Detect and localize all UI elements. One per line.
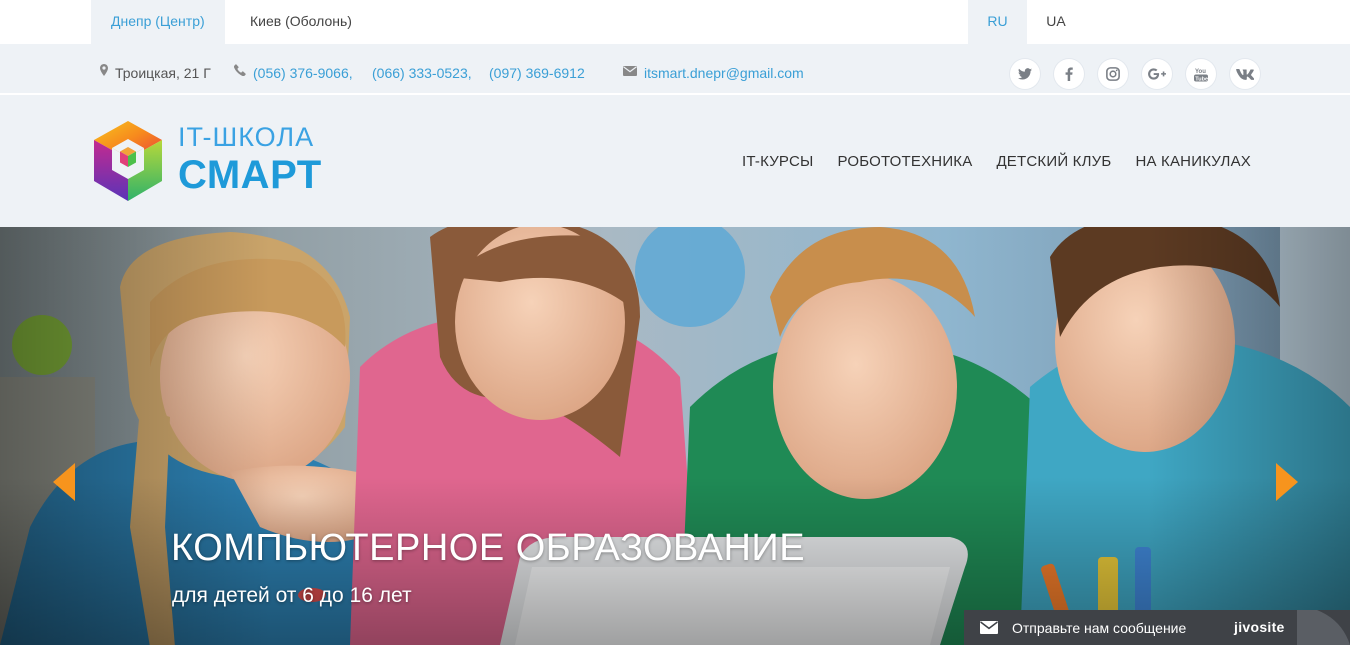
- chevron-left-icon: [53, 463, 75, 501]
- logo-title-top: IT-ШКОЛА: [178, 122, 315, 152]
- phone-3[interactable]: (097) 369-6912: [489, 65, 585, 81]
- phone-3-wrap: (097) 369-6912: [489, 44, 585, 94]
- vk-icon[interactable]: [1230, 59, 1260, 89]
- address-text: Троицкая, 21 Г: [115, 65, 211, 81]
- top-bar: Днепр (Центр) Киев (Оболонь) RU UA: [0, 0, 1350, 44]
- phones: (056) 376-9066,: [233, 44, 353, 94]
- svg-text:You: You: [1195, 69, 1206, 75]
- hero-title: КОМПЬЮТЕРНОЕ ОБРАЗОВАНИЕ: [171, 527, 806, 569]
- twitter-icon[interactable]: [1010, 59, 1040, 89]
- city-tab-kiev[interactable]: Киев (Оболонь): [230, 0, 372, 44]
- chat-brand: jivosite: [1234, 619, 1285, 635]
- phone-icon: [233, 42, 246, 100]
- facebook-icon[interactable]: [1054, 59, 1084, 89]
- logo-title-bottom: СМАРТ: [178, 153, 322, 197]
- nav-robotics[interactable]: РОБОТОТЕХНИКА: [837, 153, 972, 170]
- email-link[interactable]: itsmart.dnepr@gmail.com: [644, 65, 804, 81]
- svg-text:Tube: Tube: [1195, 76, 1208, 82]
- hero-slider: КОМПЬЮТЕРНОЕ ОБРАЗОВАНИЕ для детей от 6 …: [0, 227, 1350, 645]
- chat-label: Отправьте нам сообщение: [1012, 619, 1187, 636]
- address: Троицкая, 21 Г: [100, 44, 211, 94]
- hero-subtitle: для детей от 6 до 16 лет: [172, 584, 412, 607]
- slider-next-arrow[interactable]: [1271, 460, 1301, 504]
- contact-bar: Троицкая, 21 Г (056) 376-9066, (066) 333…: [0, 44, 1350, 94]
- phone-2[interactable]: (066) 333-0523,: [372, 65, 472, 81]
- slider-prev-arrow[interactable]: [50, 460, 80, 504]
- phone-1[interactable]: (056) 376-9066,: [253, 65, 353, 81]
- map-marker-icon: [100, 42, 108, 100]
- site-header: IT-ШКОЛА СМАРТ IT-КУРСЫ РОБОТОТЕХНИКА ДЕ…: [0, 95, 1350, 227]
- logo[interactable]: IT-ШКОЛА СМАРТ: [90, 119, 330, 203]
- youtube-icon[interactable]: You Tube: [1186, 59, 1216, 89]
- envelope-icon: [623, 42, 637, 100]
- envelope-icon: [980, 621, 998, 634]
- phone-2-wrap: (066) 333-0523,: [372, 44, 472, 94]
- lang-tab-ru[interactable]: RU: [968, 0, 1027, 44]
- chat-widget[interactable]: Отправьте нам сообщение jivosite: [964, 610, 1350, 645]
- chat-corner-icon: [1297, 610, 1350, 645]
- lang-tab-ua[interactable]: UA: [1027, 0, 1085, 44]
- instagram-icon[interactable]: [1098, 59, 1128, 89]
- logo-cube-icon: [94, 121, 162, 201]
- google-plus-icon[interactable]: [1142, 59, 1172, 89]
- nav-it-courses[interactable]: IT-КУРСЫ: [742, 153, 813, 170]
- nav-holidays[interactable]: НА КАНИКУЛАХ: [1135, 153, 1251, 170]
- nav-kids-club[interactable]: ДЕТСКИЙ КЛУБ: [996, 153, 1111, 170]
- city-tab-dnepr[interactable]: Днепр (Центр): [91, 0, 225, 44]
- chevron-right-icon: [1276, 463, 1298, 501]
- email: itsmart.dnepr@gmail.com: [623, 44, 804, 94]
- main-nav: IT-КУРСЫ РОБОТОТЕХНИКА ДЕТСКИЙ КЛУБ НА К…: [742, 95, 1251, 227]
- hero-photo: [0, 227, 1350, 645]
